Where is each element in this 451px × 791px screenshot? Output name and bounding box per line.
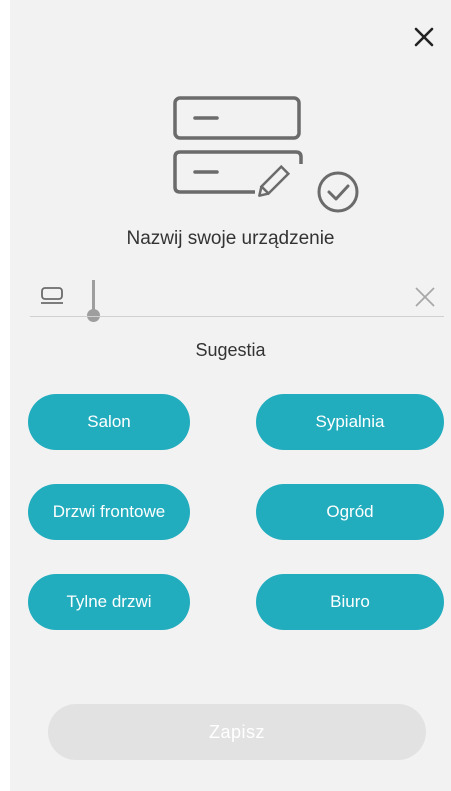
suggestion-chip-sypialnia[interactable]: Sypialnia: [256, 394, 444, 450]
suggestion-chip-tylne-drzwi[interactable]: Tylne drzwi: [28, 574, 190, 630]
device-rename-illustration-icon: [173, 96, 359, 213]
rename-device-screen: Nazwij swoje urządzenie Sugestia Salon S…: [10, 0, 451, 791]
suggestion-chip-salon[interactable]: Salon: [28, 394, 190, 450]
device-name-field[interactable]: [30, 276, 444, 322]
suggestion-chip-ogrod[interactable]: Ogród: [256, 484, 444, 540]
save-button[interactable]: Zapisz: [48, 704, 426, 760]
text-cursor: [92, 280, 95, 310]
input-underline: [30, 316, 444, 317]
page-title: Nazwij swoje urządzenie: [126, 228, 335, 249]
close-icon[interactable]: [407, 20, 441, 54]
device-name-input[interactable]: [100, 278, 394, 314]
suggestion-chip-biuro[interactable]: Biuro: [256, 574, 444, 630]
suggestions-label: Sugestia: [195, 340, 266, 360]
clear-icon[interactable]: [412, 284, 438, 310]
suggestion-chip-drzwi-frontowe[interactable]: Drzwi frontowe: [28, 484, 190, 540]
device-icon: [41, 287, 63, 304]
